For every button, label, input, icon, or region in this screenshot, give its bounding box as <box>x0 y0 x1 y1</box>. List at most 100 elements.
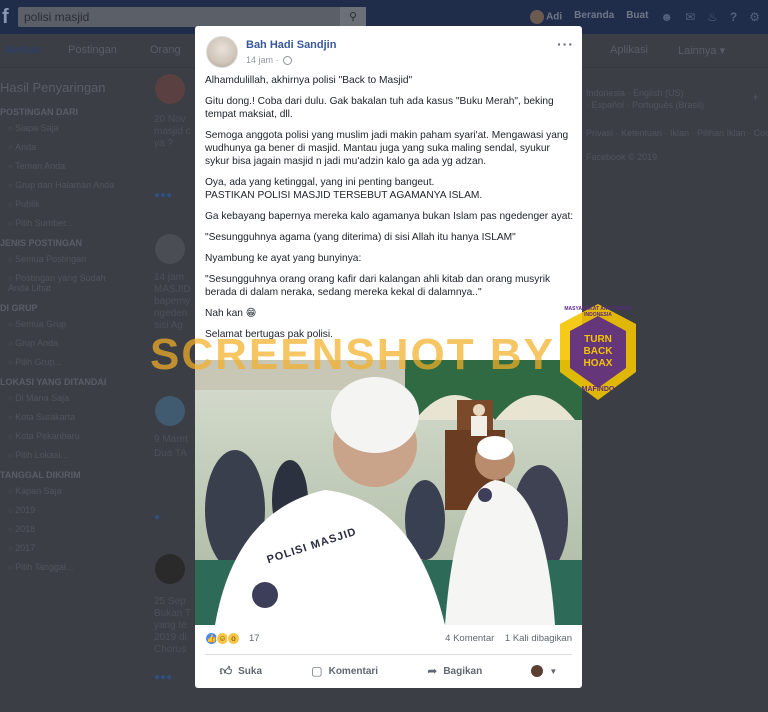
post-paragraph: Oya, ada yang ketinggal, yang ini pentin… <box>205 177 483 201</box>
filter-option[interactable]: 2018 <box>8 524 140 534</box>
filter-option[interactable]: Kota Surakarta <box>8 412 140 422</box>
language-links[interactable]: Indonesia · English (US) <box>586 88 684 98</box>
filter-section-title: DI GRUP <box>0 303 38 313</box>
share-label: Bagikan <box>443 665 483 677</box>
post-snippet: 2019 di <box>154 632 187 643</box>
mafindo-badge: MASYARAKAT ANTI FITNAH INDONESIA TURN BA… <box>556 302 640 402</box>
language-links[interactable]: · Español · Português (Brasil) <box>586 100 704 110</box>
friends-icon[interactable]: ☻ <box>660 10 673 24</box>
add-language-icon[interactable]: + <box>752 90 759 104</box>
filter-option[interactable]: Grup Anda <box>8 338 140 348</box>
filter-option[interactable]: Pilih Sumber... <box>8 218 140 228</box>
search-icon[interactable]: ⚲ <box>340 7 366 27</box>
post-paragraph: "Sesungguhnya orang orang kafir dari kal… <box>205 274 551 298</box>
facebook-logo-icon[interactable]: f <box>2 6 18 28</box>
filter-option[interactable]: 2017 <box>8 543 140 553</box>
post-paragraph: Semoga anggota polisi yang muslim jadi m… <box>205 130 569 167</box>
watermark-text: SCREENSHOT BY <box>150 330 555 379</box>
filter-option[interactable]: Pilih Grup... <box>8 357 140 367</box>
top-right-nav: Adi Beranda Buat ☻ ✉ ♨ ? ⚙ <box>529 10 760 24</box>
engagement-counts: 4 Komentar 1 Kali dibagikan <box>437 633 572 644</box>
more-options-icon[interactable]: ··· <box>557 36 574 52</box>
help-icon[interactable]: ? <box>730 10 737 24</box>
tab-all[interactable]: Semua <box>4 44 40 56</box>
badge-ring-text: MASYARAKAT ANTI FITNAH INDONESIA <box>564 306 632 318</box>
list-item[interactable]: 9 Maret Dua TA ● <box>150 392 195 523</box>
post-author[interactable]: Bah Hadi Sandjin <box>246 39 336 51</box>
list-item[interactable]: 25 Sep Bukan T yang te 2019 di Chorus ●●… <box>150 552 195 683</box>
post-photo[interactable]: POLISI MASJID <box>195 360 582 625</box>
comment-count[interactable]: 4 Komentar <box>445 633 494 644</box>
comment-button[interactable]: ▢ Komentari <box>311 664 378 678</box>
list-item[interactable]: 20 Nov masjid c ya ? ●●● <box>150 72 195 202</box>
filter-option[interactable]: Di Mana Saja <box>8 393 140 403</box>
avatar <box>155 234 185 264</box>
post-paragraph: Nyambung ke ayat yang bunyinya: <box>205 253 362 264</box>
filter-option[interactable]: Kota Pekanbaru <box>8 431 140 441</box>
search-input[interactable]: polisi masjid ⚲ <box>18 7 366 27</box>
avatar <box>155 74 185 104</box>
badge-hoax: HOAX <box>583 358 613 369</box>
post-meta: 14 jam · <box>246 55 292 65</box>
share-count[interactable]: 1 Kali dibagikan <box>505 633 572 644</box>
post-snippet: Chorus <box>154 644 187 655</box>
post-paragraph: Gitu dong.! Coba dari dulu. Gak bakalan … <box>205 96 554 120</box>
copyright: Facebook © 2019 <box>586 152 658 162</box>
reaction-icons: ●●● <box>154 190 173 201</box>
reaction-icons[interactable]: 👍 ☺ o <box>205 632 240 645</box>
filter-option[interactable]: Semua Grup <box>8 319 140 329</box>
home-link[interactable]: Beranda <box>574 10 614 24</box>
reaction-count[interactable]: 17 <box>249 633 260 644</box>
filter-option[interactable]: Pilih Lokasi... <box>8 450 140 460</box>
reaction-icons: ● <box>154 512 161 523</box>
create-link[interactable]: Buat <box>626 10 648 24</box>
post-date: 25 Sep <box>154 596 186 607</box>
post-paragraph: Ga kebayang bapernya mereka kalo agamany… <box>205 211 574 222</box>
tab-more[interactable]: Lainnya ▾ <box>678 44 725 57</box>
tab-posts[interactable]: Postingan <box>68 44 117 56</box>
post-snippet: yang te <box>154 620 187 631</box>
wow-reaction-icon: o <box>227 632 240 645</box>
filter-section-title: TANGGAL DIKIRIM <box>0 470 81 480</box>
avatar <box>155 554 185 584</box>
filter-option[interactable]: Postingan yang Sudah Anda Lihat <box>8 273 128 293</box>
post-snippet: baperny <box>154 296 191 307</box>
tab-people[interactable]: Orang <box>150 44 181 56</box>
divider <box>205 654 572 655</box>
reaction-icons: ●●● <box>154 672 173 683</box>
avatar <box>531 665 544 677</box>
badge-turn: TURN <box>584 334 612 345</box>
filter-option[interactable]: Anda <box>8 142 140 152</box>
post-paragraph: Nah kan 😁 <box>205 308 257 319</box>
settings-icon[interactable]: ⚙ <box>749 10 760 24</box>
badge-brand: MAFINDO <box>581 386 615 393</box>
tab-apps[interactable]: Aplikasi <box>610 44 648 56</box>
badge-back: BACK <box>583 346 613 357</box>
filter-option[interactable]: Grup dan Halaman Anda <box>8 180 140 190</box>
profile-name: Adi <box>546 11 563 23</box>
filter-option[interactable]: Semua Postingan <box>8 254 140 264</box>
filter-option[interactable]: 2019 <box>8 505 140 515</box>
post-time[interactable]: 14 jam · <box>246 55 279 65</box>
filter-sidebar: Hasil Penyaringan POSTINGAN DARI Siapa S… <box>0 70 140 581</box>
filter-section-title: JENIS POSTINGAN <box>0 238 83 248</box>
messenger-icon[interactable]: ✉ <box>685 10 695 24</box>
like-button[interactable]: 👍︎ Suka <box>220 664 262 679</box>
profile-link[interactable]: Adi <box>529 10 563 24</box>
filter-option[interactable]: Siapa Saja <box>8 123 140 133</box>
post-snippet: ya ? <box>154 138 173 149</box>
post-date: 14 jam <box>154 272 185 283</box>
notifications-icon[interactable]: ♨ <box>707 10 718 24</box>
footer-links[interactable]: Privasi · Ketentuan · Iklan · Pilihan Ik… <box>586 128 768 138</box>
share-button[interactable]: ➦ Bagikan <box>427 664 482 678</box>
filter-option[interactable]: Kapan Saja <box>8 486 140 496</box>
filter-option[interactable]: Publik <box>8 199 140 209</box>
search-input-value: polisi masjid <box>24 10 90 24</box>
avatar <box>529 10 544 24</box>
react-as-selector[interactable]: ▼ <box>531 665 557 677</box>
post-paragraph: Alhamdulillah, akhirnya polisi "Back to … <box>205 75 413 86</box>
filter-option[interactable]: Teman Anda <box>8 161 140 171</box>
filter-option[interactable]: Pilih Tanggal... <box>8 562 140 572</box>
post-snippet: Bukan T <box>154 608 192 619</box>
avatar[interactable] <box>206 36 238 68</box>
